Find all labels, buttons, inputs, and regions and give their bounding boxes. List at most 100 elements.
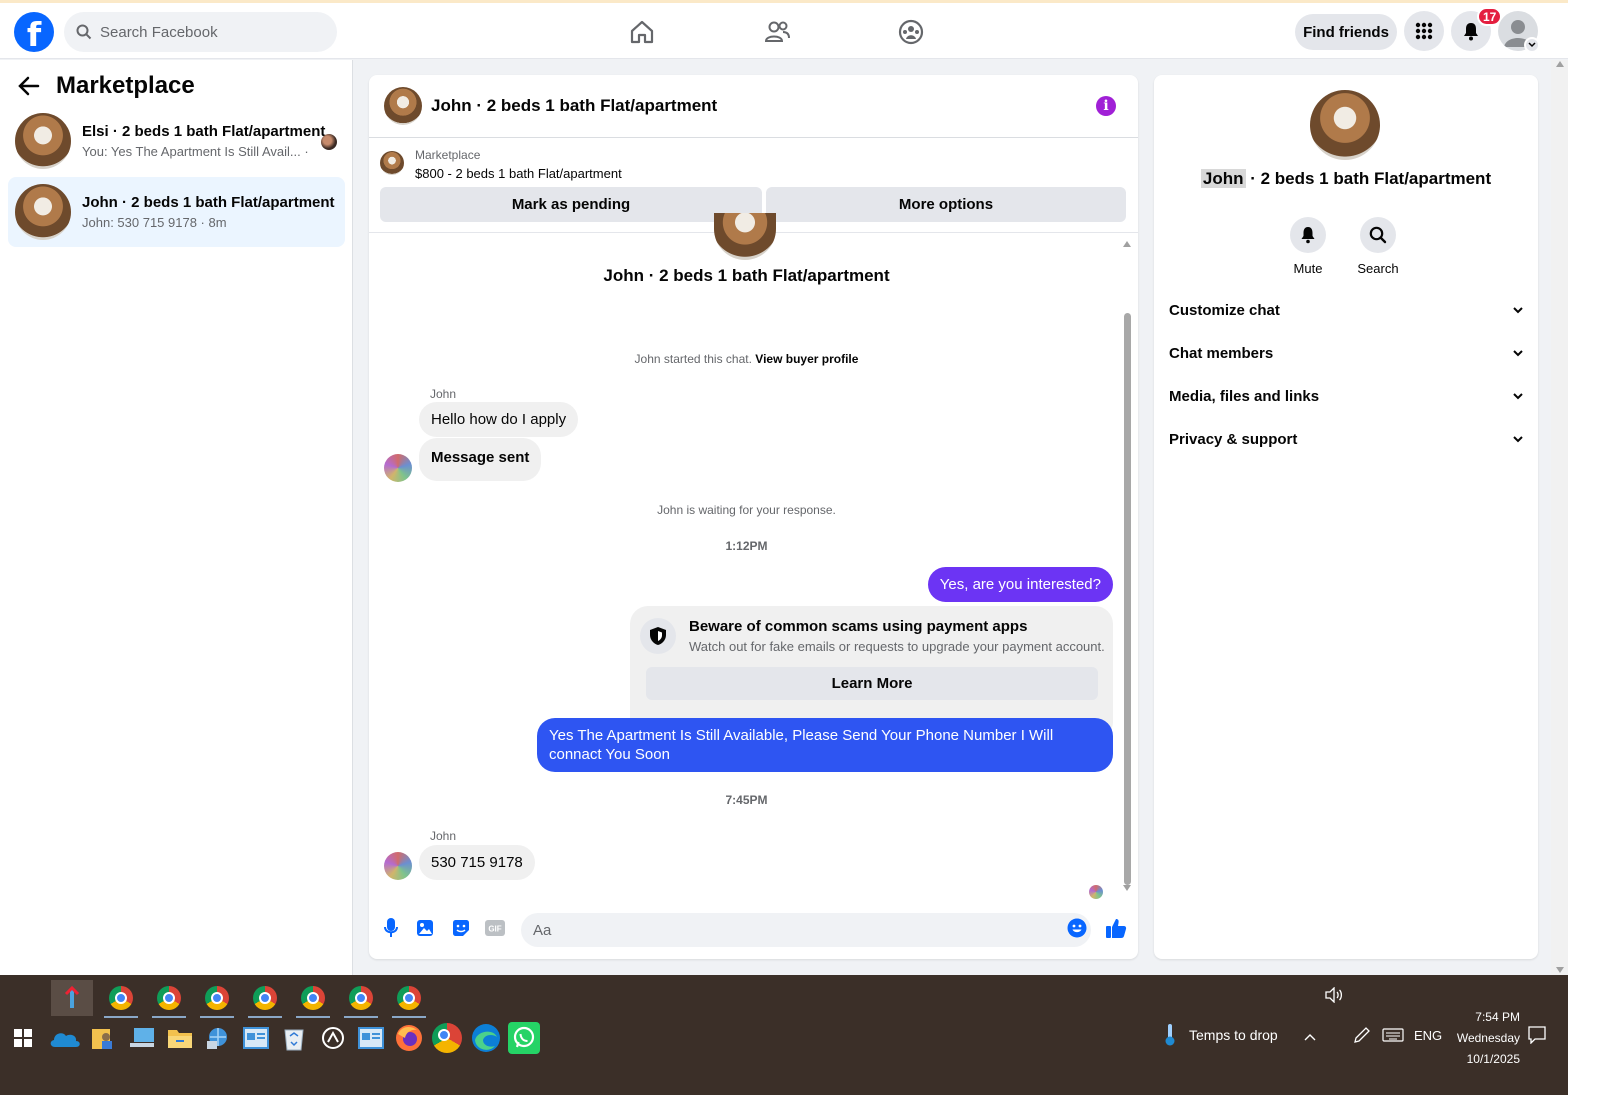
chevron-down-icon — [1513, 436, 1523, 443]
learn-more-button[interactable]: Learn More — [646, 667, 1098, 700]
emoji-icon[interactable] — [1065, 916, 1089, 940]
chevron-up-icon[interactable] — [1304, 1029, 1316, 1044]
pen-icon[interactable] — [1353, 1026, 1371, 1047]
facebook-logo[interactable]: f — [14, 12, 54, 52]
notification-center-icon[interactable] — [1528, 1026, 1546, 1047]
app-circle-icon[interactable] — [316, 1021, 350, 1055]
chrome-window-icon[interactable] — [388, 980, 430, 1018]
bell-icon — [1290, 217, 1326, 253]
whatsapp-icon[interactable] — [507, 1021, 541, 1055]
search-action[interactable]: Search — [1348, 217, 1408, 276]
user-folder-icon[interactable] — [86, 1021, 120, 1055]
clock-date: 10/1/2025 — [1466, 1052, 1520, 1066]
firefox-icon[interactable] — [392, 1021, 426, 1055]
message-composer: GIF Aa — [369, 900, 1138, 959]
clock-day: Wednesday — [1456, 1031, 1520, 1045]
svg-text:GIF: GIF — [488, 925, 501, 934]
chat-scroll-thumb[interactable] — [1124, 313, 1131, 885]
warning-subtitle: Watch out for fake emails or requests to… — [689, 639, 1105, 654]
edge-icon[interactable] — [469, 1021, 503, 1055]
screen-margin — [1568, 0, 1600, 1117]
listing-profile-photo[interactable] — [1310, 90, 1380, 160]
outgoing-message[interactable]: Yes, are you interested? — [927, 567, 1113, 602]
chrome-window-icon[interactable] — [244, 980, 286, 1018]
recycle-bin-icon[interactable] — [277, 1021, 311, 1055]
chrome-window-icon[interactable] — [100, 980, 142, 1018]
listing-thumbnail — [15, 184, 71, 240]
friends-icon[interactable] — [762, 17, 792, 47]
search-input[interactable]: Search Facebook — [100, 24, 218, 41]
incoming-message[interactable]: Hello how do I apply — [419, 402, 579, 437]
onedrive-icon[interactable] — [48, 1021, 82, 1055]
more-options-button[interactable]: More options — [766, 187, 1126, 222]
screen-bottom-margin — [0, 1095, 1600, 1117]
chat-title[interactable]: John · 2 beds 1 bath Flat/apartment — [431, 96, 717, 116]
conversation-preview: You: Yes The Apartment Is Still Avail...… — [82, 144, 312, 159]
like-thumb-icon[interactable] — [1104, 916, 1128, 940]
this-pc-icon[interactable] — [125, 1021, 159, 1055]
customize-chat-section[interactable]: Customize chat — [1169, 302, 1523, 319]
microphone-icon[interactable] — [379, 916, 403, 940]
chrome-icon[interactable] — [430, 1021, 464, 1055]
top-navbar: f Search Facebook Find friends 17 — [0, 3, 1568, 59]
sticker-icon[interactable] — [449, 916, 473, 940]
chat-thumbnail[interactable] — [384, 87, 422, 125]
incoming-message[interactable]: 530 715 9178 — [419, 845, 535, 880]
chevron-down-icon — [1513, 307, 1523, 314]
chat-started-notice: John started this chat. View buyer profi… — [369, 352, 1124, 366]
windows-taskbar: Temps to drop ENG 7:54 PM Wednesday 10/1… — [0, 975, 1568, 1095]
read-receipt-avatar — [1089, 885, 1103, 899]
conversation-item[interactable]: Elsi · 2 beds 1 bath Flat/apartment You:… — [8, 106, 345, 176]
sender-avatar[interactable] — [384, 454, 412, 482]
incoming-message[interactable]: Message sent — [419, 438, 542, 481]
mark-as-pending-button[interactable]: Mark as pending — [380, 187, 762, 222]
page-scrollbar[interactable] — [1551, 60, 1568, 975]
sender-avatar[interactable] — [384, 852, 412, 880]
home-icon[interactable] — [627, 17, 657, 47]
chevron-down-icon[interactable] — [1524, 37, 1540, 53]
highlighted-name: John — [1200, 169, 1246, 188]
chrome-window-icon[interactable] — [196, 980, 238, 1018]
network-icon[interactable] — [201, 1021, 235, 1055]
scroll-down-arrow-icon[interactable] — [1556, 967, 1564, 973]
photo-icon[interactable] — [413, 916, 437, 940]
timestamp: 7:45PM — [725, 793, 768, 807]
chrome-window-icon[interactable] — [340, 980, 382, 1018]
timestamp: 1:12PM — [725, 539, 768, 553]
chat-scrollbar[interactable] — [1122, 241, 1132, 891]
menu-grid-icon[interactable] — [1404, 11, 1444, 51]
groups-icon[interactable] — [896, 17, 926, 47]
search-box[interactable]: Search Facebook — [64, 12, 337, 52]
control-panel-icon[interactable] — [239, 1021, 273, 1055]
file-explorer-icon[interactable] — [163, 1021, 197, 1055]
control-panel-icon-2[interactable] — [354, 1021, 388, 1055]
windows-start-icon[interactable] — [6, 1021, 40, 1055]
speaker-icon[interactable] — [1325, 986, 1343, 1006]
chat-members-section[interactable]: Chat members — [1169, 345, 1523, 362]
scroll-down-arrow-icon[interactable] — [1123, 885, 1131, 891]
conversation-item-active[interactable]: John · 2 beds 1 bath Flat/apartment John… — [8, 177, 345, 247]
running-app-icon[interactable] — [51, 980, 93, 1016]
view-buyer-profile-link[interactable]: View buyer profile — [755, 352, 858, 366]
privacy-support-section[interactable]: Privacy & support — [1169, 431, 1523, 448]
weather-text: Temps to drop — [1189, 1027, 1278, 1043]
find-friends-button[interactable]: Find friends — [1295, 14, 1397, 50]
chrome-window-icon[interactable] — [292, 980, 334, 1018]
chrome-window-icon[interactable] — [148, 980, 190, 1018]
clock[interactable]: 7:54 PM Wednesday 10/1/2025 — [1440, 1007, 1520, 1070]
outgoing-message[interactable]: Yes The Apartment Is Still Available, Pl… — [537, 718, 1113, 772]
message-input[interactable]: Aa — [521, 913, 1091, 947]
listing-summary[interactable]: Marketplace $800 - 2 beds 1 bath Flat/ap… — [380, 148, 622, 181]
scroll-up-arrow-icon[interactable] — [1123, 241, 1131, 247]
gif-icon[interactable]: GIF — [483, 916, 507, 940]
language-indicator[interactable]: ENG — [1414, 1028, 1442, 1043]
scroll-up-arrow-icon[interactable] — [1556, 61, 1564, 67]
keyboard-icon[interactable] — [1382, 1028, 1404, 1045]
marketplace-inbox-sidebar: Marketplace Elsi · 2 beds 1 bath Flat/ap… — [0, 60, 353, 975]
media-files-links-section[interactable]: Media, files and links — [1169, 388, 1523, 405]
section-label: Chat members — [1169, 345, 1274, 362]
back-arrow-icon[interactable] — [18, 76, 40, 96]
weather-widget[interactable]: Temps to drop — [1163, 1023, 1278, 1047]
mute-action[interactable]: Mute — [1278, 217, 1338, 276]
info-icon[interactable]: i — [1096, 96, 1116, 116]
